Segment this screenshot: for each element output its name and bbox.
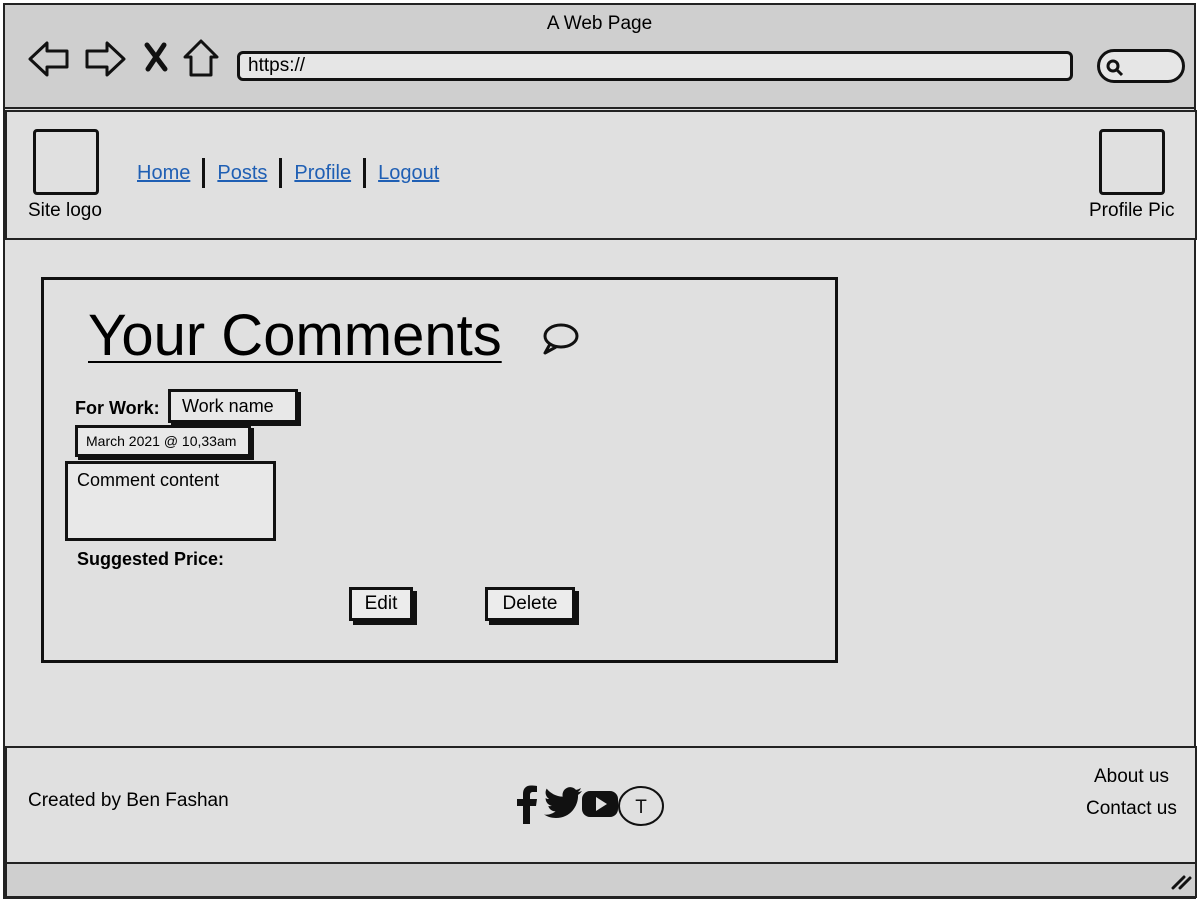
url-field[interactable]: https:// — [237, 51, 1073, 81]
edit-button[interactable]: Edit — [349, 587, 413, 621]
nav-home-link[interactable]: Home — [131, 162, 196, 185]
delete-button[interactable]: Delete — [485, 587, 575, 621]
nav-divider — [202, 158, 206, 188]
suggested-price-label: Suggested Price: — [77, 549, 225, 569]
profile-pic-label: Profile Pic — [1089, 200, 1175, 221]
t-icon[interactable]: T — [617, 785, 665, 832]
comment-timestamp: March 2021 @ 10,33am — [75, 425, 251, 457]
nav-logout-link[interactable]: Logout — [372, 162, 445, 185]
comment-card: Your Comments For Work: Work name March … — [41, 277, 838, 663]
back-arrow-icon[interactable] — [27, 39, 71, 84]
profile-pic[interactable] — [1099, 129, 1165, 195]
youtube-icon[interactable] — [581, 790, 619, 823]
footer-credit: Created by Ben Fashan — [28, 790, 229, 811]
nav-posts-link[interactable]: Posts — [211, 162, 273, 185]
browser-search-field[interactable] — [1097, 49, 1185, 83]
contact-us-link[interactable]: Contact us — [1086, 798, 1177, 820]
close-x-icon[interactable] — [143, 41, 169, 78]
t-icon-letter: T — [635, 797, 647, 818]
page-title: Your Comments — [88, 303, 502, 368]
comment-content: Comment content — [65, 461, 276, 541]
browser-toolbar: A Web Page https:// — [3, 3, 1196, 109]
twitter-icon[interactable] — [544, 786, 582, 825]
window-title: A Web Page — [546, 13, 653, 34]
work-name-link[interactable]: Work name — [168, 389, 298, 423]
home-icon[interactable] — [181, 37, 221, 84]
about-us-link[interactable]: About us — [1094, 766, 1169, 788]
site-footer: Created by Ben Fashan T About us Contact… — [5, 746, 1197, 864]
main-nav: Home Posts Profile Logout — [131, 158, 445, 188]
browser-status-bar — [5, 862, 1197, 898]
site-header: Site logo Home Posts Profile Logout Prof… — [5, 110, 1197, 240]
search-icon — [1106, 59, 1124, 77]
site-logo[interactable] — [33, 129, 99, 195]
forward-arrow-icon[interactable] — [83, 39, 127, 84]
nav-profile-link[interactable]: Profile — [288, 162, 357, 185]
site-logo-label: Site logo — [28, 200, 102, 221]
speech-bubble-icon — [541, 322, 579, 361]
nav-divider — [363, 158, 367, 188]
resize-grip-icon[interactable] — [1170, 872, 1192, 895]
nav-divider — [279, 158, 283, 188]
facebook-icon[interactable] — [515, 784, 539, 829]
for-work-label: For Work: — [75, 398, 160, 418]
